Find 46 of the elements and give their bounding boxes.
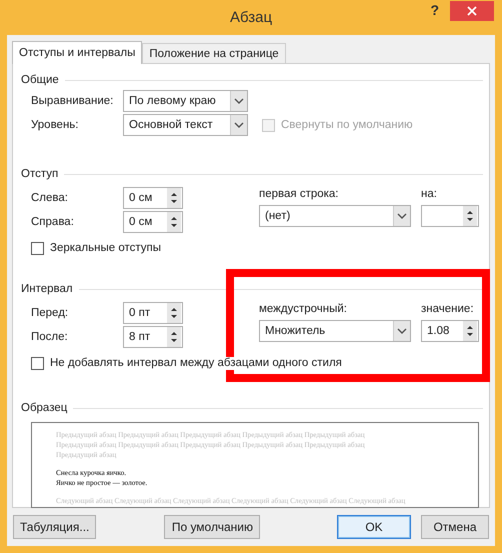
window-title: Абзац — [230, 9, 272, 26]
tab[interactable]: Положение на странице — [142, 43, 286, 63]
group-title: Интервал — [21, 283, 73, 295]
field-label: Выравнивание: — [31, 95, 114, 107]
dialog-button[interactable]: OK — [337, 515, 411, 539]
checkbox[interactable]: Не добавлять интервал между абзацами одного стиля — [31, 356, 344, 370]
group-title: Общие — [21, 74, 59, 86]
spin-arrows-icon — [167, 212, 181, 232]
spin-arrows-icon — [463, 206, 477, 226]
chevron-down-icon — [230, 91, 247, 111]
field-label: Перед: — [31, 307, 70, 319]
close-button[interactable] — [450, 1, 494, 21]
dropdown[interactable]: По левому краю — [123, 90, 248, 112]
dropdown[interactable]: Основной текст — [123, 114, 248, 136]
dropdown[interactable]: (нет) — [259, 205, 411, 227]
spin-box[interactable]: 1.08 — [421, 320, 479, 342]
field-label: междустрочный: — [259, 302, 348, 317]
spin-box[interactable]: 0 пт — [123, 302, 183, 324]
field-label: Слева: — [31, 192, 69, 204]
chevron-down-icon — [393, 321, 410, 341]
chevron-down-icon — [393, 206, 410, 226]
field-label: значение: — [421, 302, 475, 317]
spin-box[interactable]: 8 пт — [123, 326, 183, 348]
help-button[interactable]: ? — [426, 2, 443, 18]
field-label: на: — [421, 187, 438, 202]
spin-arrows-icon — [167, 303, 181, 323]
field-label: первая строка: — [259, 187, 340, 202]
dialog-button[interactable]: Отмена — [421, 515, 489, 539]
dialog-button[interactable]: Табуляция... — [13, 515, 96, 539]
dropdown[interactable]: Множитель — [259, 320, 411, 342]
dialog-button[interactable]: По умолчанию — [164, 515, 260, 539]
group-title: Отступ — [21, 168, 58, 180]
spin-box[interactable]: 0 см — [123, 187, 183, 209]
checkbox[interactable]: Зеркальные отступы — [31, 242, 161, 254]
spin-box[interactable] — [421, 205, 479, 227]
field-label: Справа: — [31, 216, 75, 228]
tab[interactable]: Отступы и интервалы — [12, 41, 142, 64]
spin-arrows-icon — [167, 188, 181, 208]
group-title: Образец — [21, 402, 68, 414]
chevron-down-icon — [230, 115, 247, 135]
field-label: После: — [31, 331, 69, 343]
field-label: Уровень: — [31, 119, 80, 131]
close-icon — [467, 6, 477, 16]
spin-arrows-icon — [463, 321, 477, 341]
spin-box[interactable]: 0 см — [123, 211, 183, 233]
spin-arrows-icon — [167, 327, 181, 347]
